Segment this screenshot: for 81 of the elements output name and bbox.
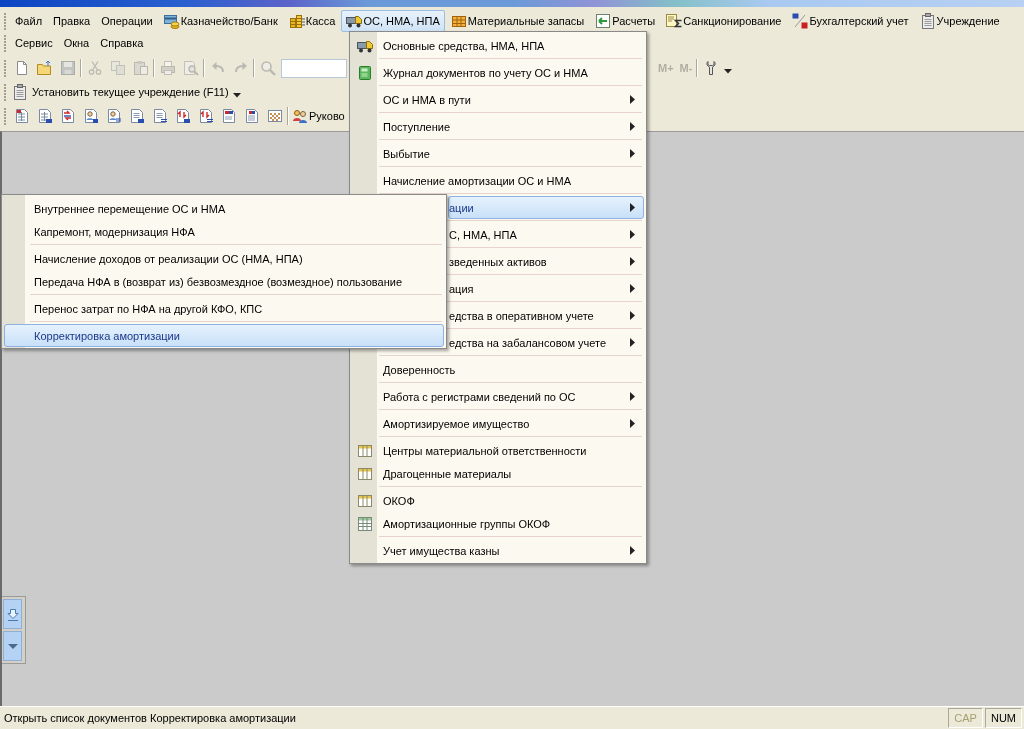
grid-box-icon [450,13,467,29]
menu-item[interactable]: Работа с регистрами сведений по ОС [352,385,644,408]
menu-item[interactable]: Внутреннее перемещение ОС и НМА [4,197,444,220]
card-coins-icon [163,13,180,29]
arrow-down-tray-icon [6,607,19,621]
table-icon [357,492,373,509]
clipboard-icon [919,13,936,29]
dropdown-caret-icon[interactable] [724,68,733,74]
grid-table-icon [357,515,373,532]
menu-item[interactable]: ация [448,277,644,300]
menu-bar-item[interactable]: Касса [283,10,341,32]
open-folder-icon[interactable] [37,60,53,76]
menu-item[interactable]: едства в оперативном учете [448,304,644,327]
arrow-box-icon [595,13,612,29]
document-report-icon[interactable] [129,108,145,124]
dropdown-caret-icon[interactable] [232,92,241,98]
arrows-report-icon[interactable] [175,108,191,124]
menu-bar-item[interactable]: Окна [58,33,95,53]
menu-bar-item[interactable]: Казначейство/Банк [158,10,283,32]
arrows-list-icon[interactable] [198,108,214,124]
menu-item[interactable]: Начисление амортизации ОС и НМА [352,169,644,192]
menu-bar-item[interactable]: Правка [48,11,96,31]
checkered-report-icon[interactable] [267,108,283,124]
menu-item[interactable]: зведенных активов [448,250,644,273]
person-list-icon[interactable] [106,108,122,124]
triangle-down-icon [7,643,18,649]
new-document-icon[interactable] [14,60,30,76]
menu-bar-item[interactable]: Санкционирование [661,10,787,32]
menu-item[interactable]: Капремонт, модернизация НФА [4,220,444,243]
menu-item[interactable]: едства на забалансовом учете [448,331,644,354]
menu-item[interactable]: Журнал документов по учету ОС и НМА [352,61,644,84]
menu-item[interactable]: Передача НФА в (возврат из) безвозмездное (возмездное) пользование [4,270,444,293]
menu-bar-item[interactable]: Учреждение [914,10,1005,32]
menu-bar-item[interactable]: Операции [96,11,158,31]
squares-icon [792,13,809,29]
menu-item[interactable]: Основные средства, НМА, НПА [352,34,644,57]
menu-bar-item[interactable]: Файл [10,11,48,31]
menu-item[interactable]: Амортизируемое имущество [352,412,644,435]
report-icon[interactable] [244,108,260,124]
menu-item[interactable]: Начисление доходов от реализации ОС (НМА, НПА) [4,247,444,270]
report-icon[interactable] [221,108,237,124]
menu-bar-item[interactable]: Расчеты [590,10,661,32]
menu-item[interactable]: Выбытие [352,142,644,165]
toolbar-button[interactable]: Руково [290,108,345,124]
menu-item[interactable]: С, НМА, НПА [448,223,644,246]
menu-item[interactable]: Центры материальной ответственности [352,439,644,462]
truck-icon [346,13,363,29]
menu-item[interactable]: Амортизационные группы ОКОФ [352,512,644,535]
keyboard-indicator: NUM [984,708,1022,728]
set-institution-button[interactable]: Установить текущее учреждение (F11) [10,84,231,100]
menu-item[interactable]: Корректировка амортизации [4,324,444,347]
menu-bar-item[interactable]: ОС, НМА, НПА [341,10,445,32]
people-icon [292,108,308,124]
menu-item[interactable]: ОС и НМА в пути [352,88,644,111]
menu-item[interactable]: ОКОФ [352,489,644,512]
menu-item[interactable]: Учет имущества казны [352,539,644,562]
search-field[interactable] [281,58,347,78]
person-report-icon[interactable] [83,108,99,124]
table-icon [357,442,373,459]
arrows-report-icon[interactable] [60,108,76,124]
menu-bar-item[interactable]: Сервис [10,33,58,53]
menu-item[interactable]: Поступление [352,115,644,138]
coin-stacks-icon [288,13,305,29]
table-icon [357,465,373,482]
menu-bar-item[interactable]: Материальные запасы [445,10,590,32]
book-icon [357,64,373,81]
menu-item[interactable]: ации [448,196,644,219]
keyboard-indicator: CAP [948,708,983,728]
menu-bar-item[interactable]: Бухгалтерский учет [787,10,914,32]
menu-item[interactable]: Доверенность [352,358,644,381]
menu-item[interactable]: Драгоценные материалы [352,462,644,485]
document-list-icon[interactable] [152,108,168,124]
clipboard-icon [12,84,28,100]
menu-item[interactable]: Перенос затрат по НФА на другой КФО, КПС [4,297,444,320]
table-report-icon[interactable] [14,108,30,124]
table-report-icon[interactable] [37,108,53,124]
status-text: Открыть список документов Корректировка амортизации [4,711,297,725]
menu-bar-item[interactable]: Справка [95,33,149,53]
sigma-list-icon [666,13,683,29]
panel-button[interactable] [3,631,22,661]
panel-button[interactable] [3,599,22,629]
